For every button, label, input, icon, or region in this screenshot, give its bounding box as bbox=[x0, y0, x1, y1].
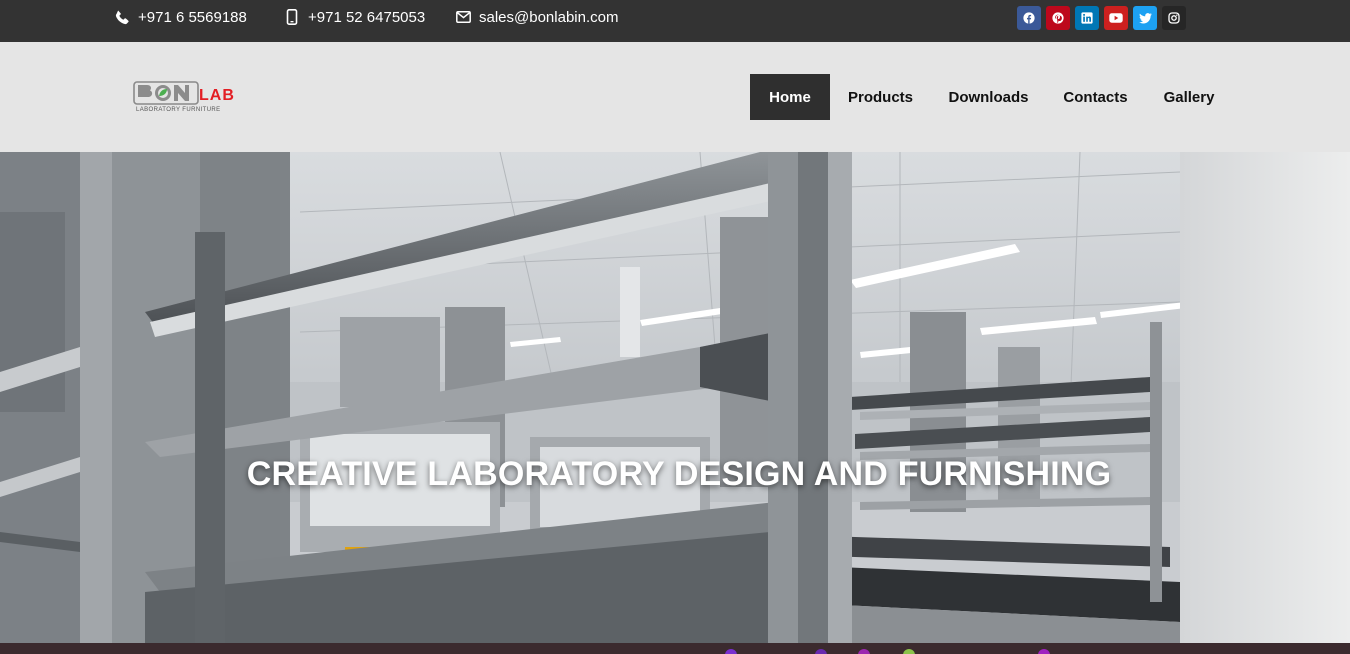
logo-tagline: LABORATORY FURNITURE bbox=[136, 107, 221, 113]
decor-dot bbox=[725, 649, 737, 654]
nav-products[interactable]: Products bbox=[830, 74, 931, 120]
bottom-strip bbox=[0, 643, 1350, 654]
phone-icon bbox=[114, 9, 130, 25]
top-contact-bar: +971 6 5569188 +971 52 6475053 sales@bon… bbox=[0, 0, 1350, 42]
envelope-icon bbox=[455, 9, 471, 25]
phone-contact[interactable]: +971 6 5569188 bbox=[114, 0, 247, 34]
mobile-text: +971 52 6475053 bbox=[308, 8, 426, 26]
email-contact[interactable]: sales@bonlabin.com bbox=[455, 0, 618, 34]
instagram-icon[interactable] bbox=[1162, 6, 1186, 30]
facebook-icon[interactable] bbox=[1017, 6, 1041, 30]
pinterest-icon[interactable] bbox=[1046, 6, 1070, 30]
phone-text: +971 6 5569188 bbox=[138, 8, 247, 26]
laboratory-shelving-photo bbox=[0, 152, 1350, 643]
logo-accent-text: LAB bbox=[199, 87, 235, 104]
email-text: sales@bonlabin.com bbox=[479, 8, 619, 26]
nav-downloads[interactable]: Downloads bbox=[931, 74, 1046, 120]
decor-dot bbox=[858, 649, 870, 654]
nav-home[interactable]: Home bbox=[750, 74, 830, 120]
decor-dot bbox=[815, 649, 827, 654]
bonlab-logo[interactable]: LAB LABORATORY FURNITURE bbox=[133, 80, 249, 114]
decor-dot bbox=[1038, 649, 1050, 654]
linkedin-icon[interactable] bbox=[1075, 6, 1099, 30]
hero-title: CREATIVE LABORATORY DESIGN AND FURNISHIN… bbox=[246, 455, 1112, 493]
mobile-contact[interactable]: +971 52 6475053 bbox=[284, 0, 425, 34]
main-nav: Home Products Downloads Contacts Gallery bbox=[750, 74, 1233, 120]
youtube-icon[interactable] bbox=[1104, 6, 1128, 30]
mobile-icon bbox=[284, 9, 300, 25]
nav-gallery[interactable]: Gallery bbox=[1145, 74, 1233, 120]
social-links bbox=[1017, 6, 1186, 30]
twitter-icon[interactable] bbox=[1133, 6, 1157, 30]
decor-dot bbox=[903, 649, 915, 654]
hero-banner: CREATIVE LABORATORY DESIGN AND FURNISHIN… bbox=[0, 152, 1350, 643]
nav-contacts[interactable]: Contacts bbox=[1046, 74, 1145, 120]
